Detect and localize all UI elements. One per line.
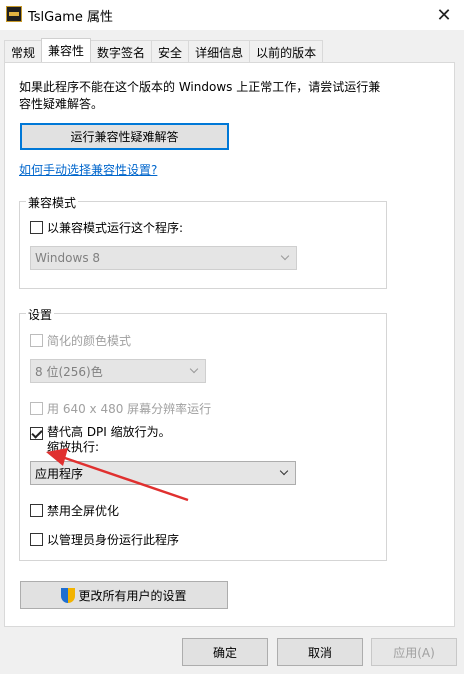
run-admin-checkbox[interactable]: [30, 533, 43, 546]
title-bar: TslGame 属性 ✕: [0, 0, 464, 30]
compat-mode-group: 兼容模式 以兼容模式运行这个程序: Windows 8: [19, 194, 387, 289]
tab-general[interactable]: 常规: [4, 40, 43, 62]
dpi-override-label: 替代高 DPI 缩放行为。: [47, 425, 171, 439]
os-version-value: Windows 8: [35, 251, 101, 265]
scaling-label: 缩放执行:: [47, 440, 100, 454]
disable-fullscreen-label: 禁用全屏优化: [47, 504, 120, 518]
chevron-down-icon: [189, 364, 199, 374]
run-640-checkbox[interactable]: [30, 402, 43, 415]
tab-security[interactable]: 安全: [151, 40, 190, 62]
run-admin-row[interactable]: 以管理员身份运行此程序: [30, 531, 179, 548]
window-title: TslGame 属性: [28, 10, 114, 25]
shield-icon: [61, 587, 76, 603]
tab-strip: 常规 兼容性 数字签名 安全 详细信息 以前的版本: [4, 38, 324, 62]
compatibility-panel: 如果此程序不能在这个版本的 Windows 上正常工作，请尝试运行兼容性疑难解答…: [4, 62, 455, 627]
tab-previous-versions[interactable]: 以前的版本: [249, 40, 324, 62]
color-mode-value: 8 位(256)色: [35, 364, 103, 379]
run-640-label: 用 640 x 480 屏幕分辨率运行: [47, 402, 212, 416]
chevron-down-icon: [280, 251, 290, 261]
dpi-override-row[interactable]: 替代高 DPI 缩放行为。 缩放执行:: [30, 425, 171, 455]
compat-mode-title: 兼容模式: [26, 194, 79, 211]
compat-description: 如果此程序不能在这个版本的 Windows 上正常工作，请尝试运行兼容性疑难解答…: [19, 80, 381, 111]
scaling-value: 应用程序: [35, 466, 84, 481]
app-icon: [6, 6, 22, 22]
color-mode-select[interactable]: 8 位(256)色: [30, 359, 206, 383]
change-all-users-button[interactable]: 更改所有用户的设置: [20, 581, 228, 609]
change-all-users-label: 更改所有用户的设置: [78, 588, 187, 603]
tab-compatibility[interactable]: 兼容性: [41, 38, 92, 62]
run-admin-label: 以管理员身份运行此程序: [47, 533, 180, 547]
manual-settings-link[interactable]: 如何手动选择兼容性设置?: [19, 161, 157, 178]
dpi-override-checkbox[interactable]: [30, 427, 43, 440]
ok-button[interactable]: 确定: [182, 638, 268, 666]
disable-fullscreen-row[interactable]: 禁用全屏优化: [30, 502, 119, 519]
tab-digital-signatures[interactable]: 数字签名: [90, 40, 153, 62]
close-icon: ✕: [436, 4, 452, 26]
os-version-select[interactable]: Windows 8: [30, 246, 297, 270]
run-troubleshooter-button[interactable]: 运行兼容性疑难解答: [20, 123, 229, 150]
reduced-color-label: 简化的颜色模式: [47, 334, 132, 348]
run-640-row[interactable]: 用 640 x 480 屏幕分辨率运行: [30, 400, 211, 417]
chevron-down-icon: [279, 466, 289, 476]
apply-button[interactable]: 应用(A): [371, 638, 457, 666]
settings-title: 设置: [26, 306, 55, 323]
compat-mode-label: 以兼容模式运行这个程序:: [47, 221, 184, 235]
cancel-button[interactable]: 取消: [277, 638, 363, 666]
reduced-color-checkbox[interactable]: [30, 334, 43, 347]
compat-mode-checkbox[interactable]: [30, 221, 43, 234]
settings-group: 设置 简化的颜色模式 8 位(256)色 用 640 x 480 屏幕分辨率运行…: [19, 306, 387, 561]
reduced-color-row[interactable]: 简化的颜色模式: [30, 332, 131, 349]
scaling-select[interactable]: 应用程序: [30, 461, 296, 485]
disable-fullscreen-checkbox[interactable]: [30, 504, 43, 517]
compat-mode-checkbox-row[interactable]: 以兼容模式运行这个程序:: [30, 219, 183, 236]
close-button[interactable]: ✕: [424, 0, 464, 30]
tab-details[interactable]: 详细信息: [188, 40, 251, 62]
